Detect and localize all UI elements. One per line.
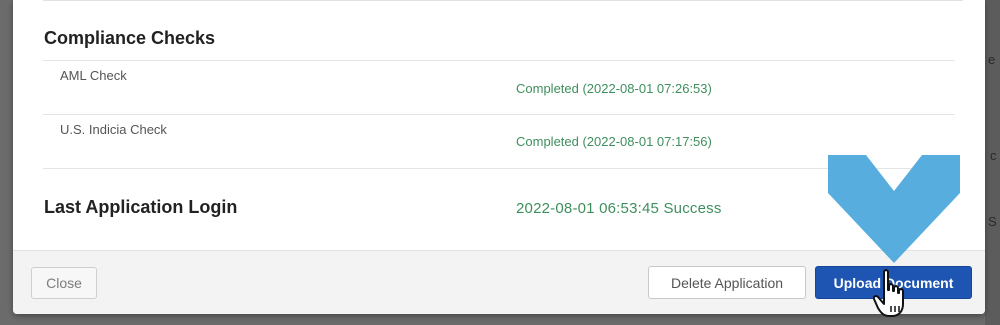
close-button[interactable]: Close	[31, 267, 97, 299]
delete-application-button[interactable]: Delete Application	[648, 266, 806, 299]
last-login-value: 2022-08-01 06:53:45 Success	[516, 200, 722, 217]
divider	[43, 114, 955, 115]
check-name: AML Check	[60, 68, 127, 83]
backdrop-panel: e c S	[985, 0, 1000, 325]
divider	[43, 168, 955, 169]
divider	[43, 0, 963, 1]
compliance-checks-heading: Compliance Checks	[44, 28, 216, 48]
backdrop-text-fragment: c	[990, 148, 997, 163]
last-application-login-heading: Last Application Login	[44, 197, 238, 217]
backdrop-text-fragment: e	[988, 52, 996, 67]
check-name: U.S. Indicia Check	[60, 122, 167, 137]
backdrop-text-fragment: S	[988, 214, 997, 229]
hand-pointer-cursor-icon	[873, 269, 904, 317]
divider	[43, 60, 955, 61]
check-status: Completed (2022-08-01 07:17:56)	[516, 134, 712, 149]
check-status: Completed (2022-08-01 07:26:53)	[516, 81, 712, 96]
down-arrow-icon	[828, 155, 960, 263]
